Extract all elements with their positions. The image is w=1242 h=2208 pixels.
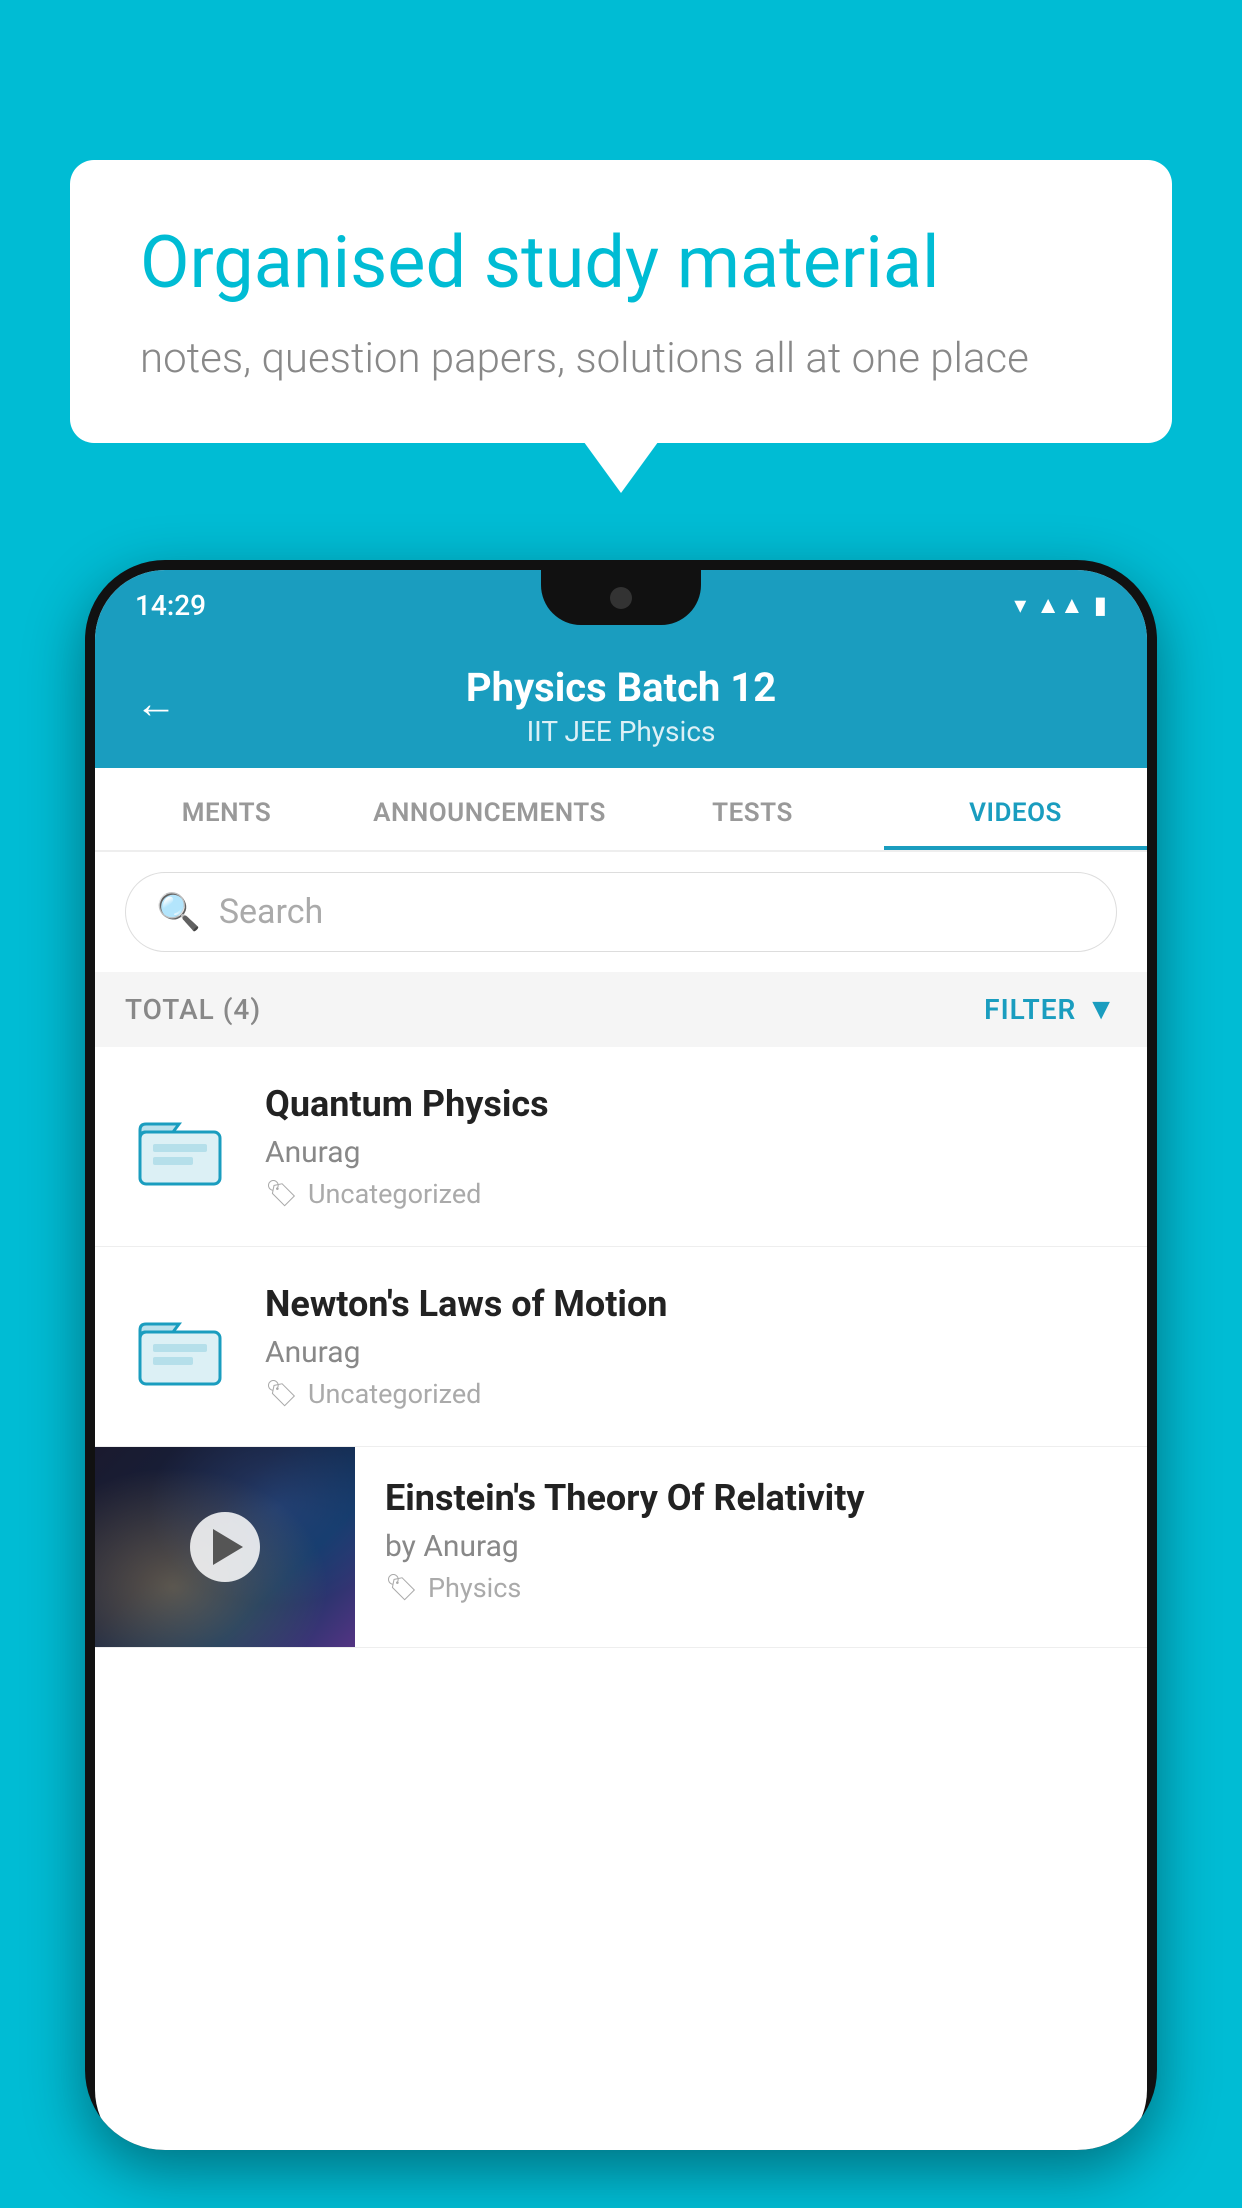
tag-icon: 🏷	[265, 1179, 298, 1209]
phone-inner: 14:29 ▾ ▲▲ ▮ ← Physics Batch 12 IIT JEE …	[95, 570, 1147, 2150]
header-subtitle: IIT JEE Physics	[135, 715, 1107, 748]
tab-tests[interactable]: TESTS	[621, 768, 884, 850]
list-item[interactable]: Newton's Laws of Motion Anurag 🏷 Uncateg…	[95, 1247, 1147, 1447]
list-item[interactable]: Einstein's Theory Of Relativity by Anura…	[95, 1447, 1147, 1648]
video-tag: 🏷 Physics	[385, 1572, 1117, 1604]
header-title: Physics Batch 12	[135, 664, 1107, 711]
video-author: Anurag	[265, 1335, 1117, 1370]
folder-icon-wrap	[125, 1092, 235, 1202]
video-author: by Anurag	[385, 1529, 1117, 1564]
folder-icon	[135, 1102, 225, 1192]
video-title: Quantum Physics	[265, 1083, 1117, 1125]
tab-ments[interactable]: MENTS	[95, 768, 358, 850]
tag-icon: 🏷	[385, 1573, 418, 1603]
bubble-title: Organised study material	[140, 220, 1102, 306]
tag-label: Physics	[428, 1572, 521, 1604]
back-button[interactable]: ←	[135, 680, 177, 729]
filter-icon: ▼	[1086, 992, 1117, 1027]
filter-bar: TOTAL (4) FILTER ▼	[95, 972, 1147, 1047]
filter-button[interactable]: FILTER ▼	[984, 992, 1117, 1027]
play-icon	[213, 1529, 243, 1565]
filter-label: FILTER	[984, 993, 1076, 1026]
battery-icon: ▮	[1094, 591, 1107, 619]
video-list: Quantum Physics Anurag 🏷 Uncategorized	[95, 1047, 1147, 1648]
camera-dot	[610, 587, 632, 609]
speech-bubble: Organised study material notes, question…	[70, 160, 1172, 443]
video-title: Einstein's Theory Of Relativity	[385, 1477, 1117, 1519]
status-icons: ▾ ▲▲ ▮	[1014, 591, 1107, 620]
video-title: Newton's Laws of Motion	[265, 1283, 1117, 1325]
video-info: Quantum Physics Anurag 🏷 Uncategorized	[265, 1083, 1117, 1210]
list-item[interactable]: Quantum Physics Anurag 🏷 Uncategorized	[95, 1047, 1147, 1247]
speech-bubble-container: Organised study material notes, question…	[70, 160, 1172, 443]
video-tag: 🏷 Uncategorized	[265, 1178, 1117, 1210]
tab-videos[interactable]: VIDEOS	[884, 768, 1147, 850]
total-label: TOTAL (4)	[125, 993, 261, 1026]
tabs-bar: MENTS ANNOUNCEMENTS TESTS VIDEOS	[95, 768, 1147, 852]
signal-icon: ▲▲	[1036, 591, 1084, 620]
video-tag: 🏷 Uncategorized	[265, 1378, 1117, 1410]
wifi-icon: ▾	[1014, 591, 1026, 619]
status-bar: 14:29 ▾ ▲▲ ▮	[95, 570, 1147, 640]
tag-label: Uncategorized	[308, 1378, 481, 1410]
phone-frame: 14:29 ▾ ▲▲ ▮ ← Physics Batch 12 IIT JEE …	[85, 560, 1157, 2150]
video-info: Einstein's Theory Of Relativity by Anura…	[355, 1447, 1147, 1634]
search-container: 🔍 Search	[95, 852, 1147, 972]
tag-label: Uncategorized	[308, 1178, 481, 1210]
notch	[541, 570, 701, 625]
video-thumbnail	[95, 1447, 355, 1647]
search-icon: 🔍	[156, 891, 201, 933]
search-box[interactable]: 🔍 Search	[125, 872, 1117, 952]
search-placeholder: Search	[219, 892, 323, 932]
status-time: 14:29	[135, 589, 206, 622]
video-author: Anurag	[265, 1135, 1117, 1170]
bubble-subtitle: notes, question papers, solutions all at…	[140, 334, 1102, 383]
app-header: ← Physics Batch 12 IIT JEE Physics	[95, 640, 1147, 768]
tab-announcements[interactable]: ANNOUNCEMENTS	[358, 768, 621, 850]
tag-icon: 🏷	[265, 1379, 298, 1409]
video-info: Newton's Laws of Motion Anurag 🏷 Uncateg…	[265, 1283, 1117, 1410]
folder-icon-wrap	[125, 1292, 235, 1402]
play-button[interactable]	[190, 1512, 260, 1582]
folder-icon	[135, 1302, 225, 1392]
